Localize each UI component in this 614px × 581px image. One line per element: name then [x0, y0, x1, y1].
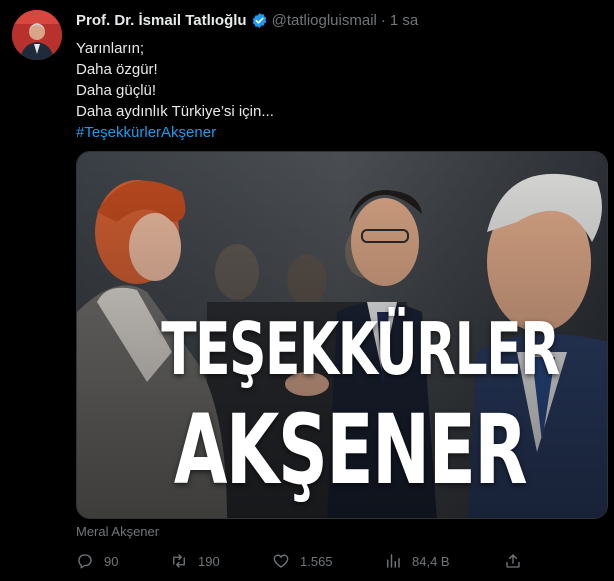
share-button[interactable] — [504, 552, 532, 570]
tweet-actions: 90 190 1.565 84,4 B — [76, 552, 526, 574]
author-handle[interactable]: @tatliogluismail — [272, 12, 377, 29]
share-icon — [506, 554, 520, 568]
image-overlay-line-2: AKŞENER — [173, 394, 528, 506]
reply-count: 90 — [104, 553, 119, 569]
author-name[interactable]: Prof. Dr. İsmail Tatlıoğlu — [76, 12, 247, 29]
heart-icon — [273, 554, 289, 568]
timestamp[interactable]: 1 sa — [390, 12, 418, 29]
views-count: 84,4 B — [412, 553, 450, 569]
tweet-header: Prof. Dr. İsmail Tatlıoğlu @tatliogluism… — [76, 12, 418, 29]
views-button[interactable]: 84,4 B — [384, 552, 450, 570]
tweet-image[interactable]: TEŞEKKÜRLER AKŞENER — [76, 151, 608, 519]
reply-icon — [78, 554, 92, 569]
analytics-icon — [387, 554, 400, 568]
tagged-user[interactable]: Meral Akşener — [76, 524, 159, 539]
like-button[interactable]: 1.565 — [272, 552, 333, 570]
tweet-line-1: Yarınların; — [76, 40, 145, 57]
retweet-button[interactable]: 190 — [170, 552, 220, 570]
image-overlay-line-1: TEŞEKKÜRLER — [161, 307, 560, 391]
hashtag-link[interactable]: #TeşekkürlerAkşener — [76, 122, 274, 143]
tweet-line-4: Daha aydınlık Türkiye’si için... — [76, 103, 274, 120]
retweet-icon — [173, 554, 185, 568]
reply-button[interactable]: 90 — [76, 552, 118, 570]
like-count: 1.565 — [300, 553, 333, 569]
tweet[interactable]: Prof. Dr. İsmail Tatlıoğlu @tatliogluism… — [0, 0, 614, 581]
tweet-line-3: Daha güçlü! — [76, 82, 157, 99]
tweet-text: Yarınların; Daha özgür! Daha güçlü! Daha… — [76, 38, 274, 143]
separator-dot: · — [380, 12, 386, 29]
tweet-line-2: Daha özgür! — [76, 61, 158, 78]
avatar[interactable] — [12, 10, 62, 60]
retweet-count: 190 — [198, 553, 220, 569]
verified-badge-icon — [251, 12, 268, 29]
